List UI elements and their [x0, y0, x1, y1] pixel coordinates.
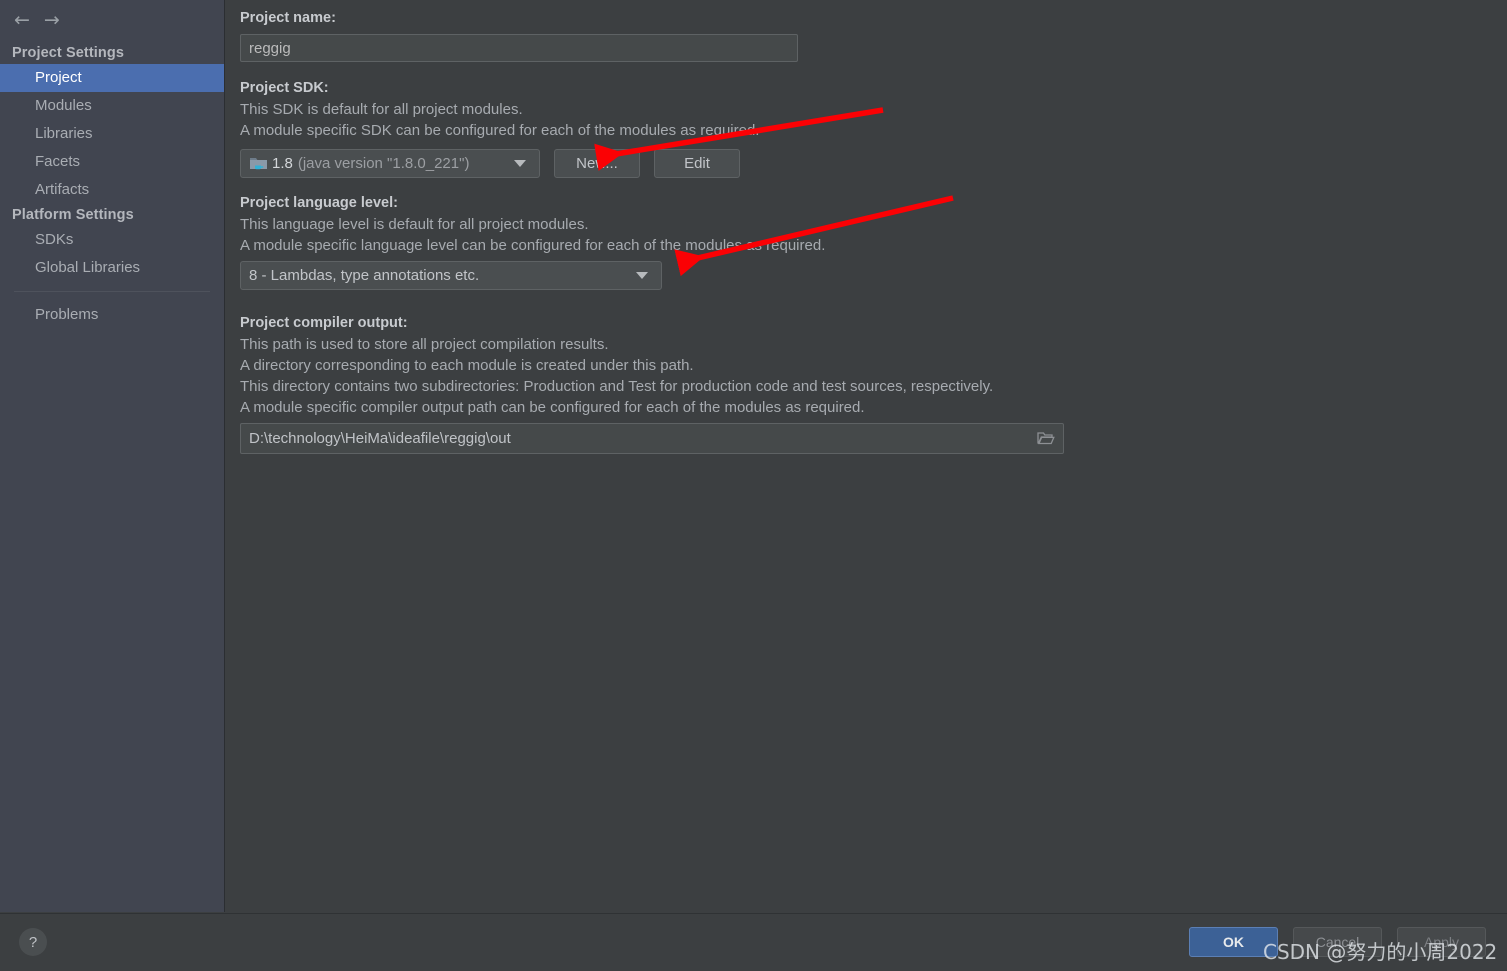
project-name-label: Project name:: [240, 10, 336, 26]
dialog-footer: [0, 913, 1507, 971]
project-sdk-name: 1.8: [272, 155, 293, 172]
compiler-output-value: D:\technology\HeiMa\ideafile\reggig\out: [249, 430, 511, 447]
sidebar-item-facets[interactable]: Facets: [0, 148, 224, 176]
sidebar-group-platform-settings: Platform Settings: [12, 207, 134, 223]
settings-dialog: ← → Project Settings Project Modules Lib…: [0, 0, 1507, 971]
settings-sidebar: ← → Project Settings Project Modules Lib…: [0, 0, 225, 912]
project-sdk-dropdown[interactable]: 1.8 (java version "1.8.0_221"): [240, 149, 540, 178]
question-mark-icon: ?: [28, 933, 38, 951]
language-level-dropdown[interactable]: 8 - Lambdas, type annotations etc.: [240, 261, 662, 290]
compiler-output-desc-1: This path is used to store all project c…: [240, 336, 609, 353]
language-level-desc-1: This language level is default for all p…: [240, 216, 589, 233]
chevron-down-icon[interactable]: [514, 160, 526, 167]
sidebar-item-problems[interactable]: Problems: [0, 301, 224, 329]
sidebar-divider: [14, 291, 210, 292]
cancel-button[interactable]: Cancel: [1293, 927, 1382, 957]
arrow-left-icon[interactable]: ←: [14, 10, 30, 30]
new-sdk-button[interactable]: New...: [554, 149, 640, 178]
navigation-arrows: ← →: [8, 6, 108, 34]
project-sdk-version: (java version "1.8.0_221"): [297, 155, 470, 172]
sidebar-item-sdks[interactable]: SDKs: [0, 226, 224, 254]
sidebar-list: Project Settings Project Modules Librari…: [0, 42, 224, 329]
compiler-output-desc-3: This directory contains two subdirectori…: [240, 378, 994, 395]
project-sdk-desc-2: A module specific SDK can be configured …: [240, 122, 760, 139]
help-button[interactable]: ?: [19, 928, 47, 956]
project-sdk-row: 1.8 (java version "1.8.0_221") New... Ed…: [240, 149, 1507, 178]
arrow-right-icon[interactable]: →: [44, 10, 60, 30]
ok-button[interactable]: OK: [1189, 927, 1278, 957]
compiler-output-input[interactable]: D:\technology\HeiMa\ideafile\reggig\out: [240, 423, 1064, 454]
apply-button[interactable]: Apply: [1397, 927, 1486, 957]
sidebar-item-project[interactable]: Project: [0, 64, 224, 92]
chevron-down-icon[interactable]: [636, 272, 648, 279]
compiler-output-desc-4: A module specific compiler output path c…: [240, 399, 865, 416]
project-name-value: reggig: [249, 39, 291, 57]
compiler-output-desc-2: A directory corresponding to each module…: [240, 357, 694, 374]
project-settings-panel: Project name: reggig Project SDK: This S…: [226, 0, 1507, 912]
sidebar-item-artifacts[interactable]: Artifacts: [0, 176, 224, 204]
project-name-input[interactable]: reggig: [240, 34, 798, 62]
project-sdk-label: Project SDK:: [240, 80, 329, 96]
sidebar-item-global-libraries[interactable]: Global Libraries: [0, 254, 224, 282]
project-sdk-desc-1: This SDK is default for all project modu…: [240, 101, 523, 118]
language-level-desc-2: A module specific language level can be …: [240, 237, 826, 254]
language-level-label: Project language level:: [240, 195, 398, 211]
compiler-output-label: Project compiler output:: [240, 315, 408, 331]
edit-sdk-button[interactable]: Edit: [654, 149, 740, 178]
sidebar-group-project-settings: Project Settings: [12, 45, 124, 61]
java-sdk-folder-icon: [250, 157, 267, 169]
language-level-value: 8 - Lambdas, type annotations etc.: [249, 267, 480, 284]
sidebar-item-modules[interactable]: Modules: [0, 92, 224, 120]
sidebar-item-libraries[interactable]: Libraries: [0, 120, 224, 148]
folder-open-icon[interactable]: [1037, 431, 1055, 446]
